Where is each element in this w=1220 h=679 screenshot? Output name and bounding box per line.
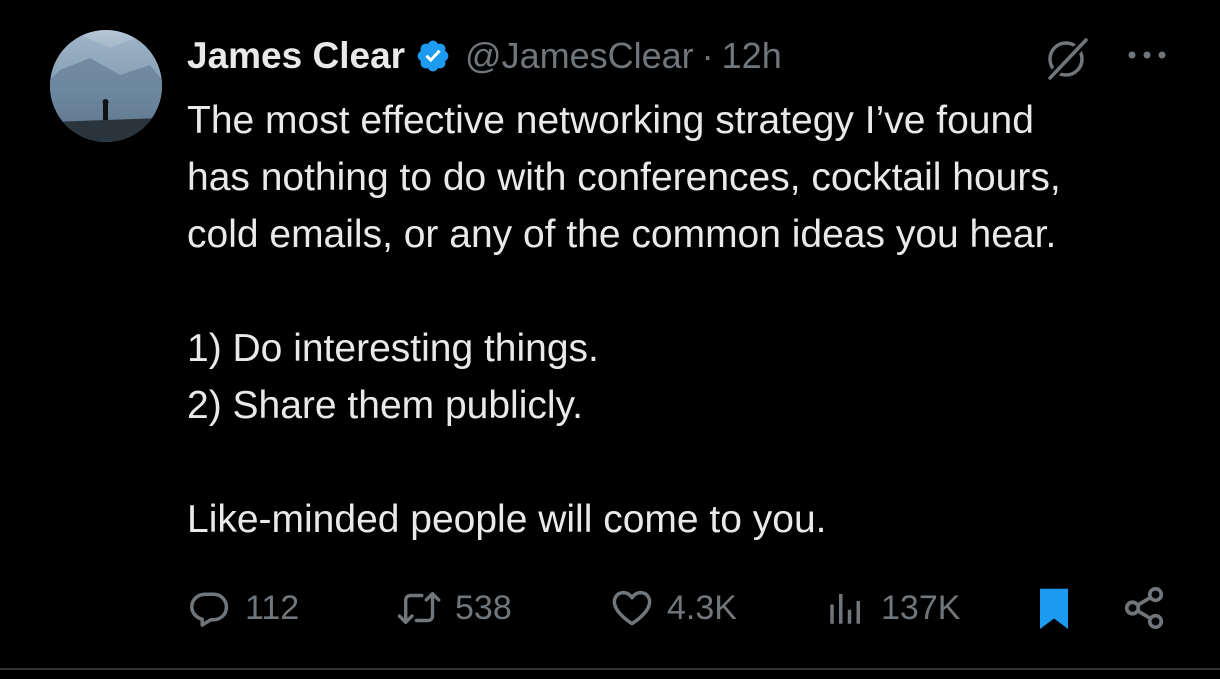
views-button[interactable]: 137K — [825, 582, 960, 634]
author-handle[interactable]: @JamesClear — [465, 35, 694, 77]
like-count: 4.3K — [667, 588, 737, 627]
tweet-actions: 112 538 4.3K 137K — [187, 582, 1177, 634]
tweet-text-line: 2) Share them publicly. — [187, 384, 583, 427]
bar-chart-icon — [825, 586, 867, 630]
separator-dot: · — [701, 35, 714, 76]
retweet-arrows-icon — [395, 586, 445, 630]
verified-badge-icon — [415, 38, 451, 74]
author-display-name[interactable]: James Clear — [187, 35, 405, 77]
share-button[interactable] — [1121, 582, 1167, 634]
bookmark-icon — [1033, 585, 1075, 631]
reply-button[interactable]: 112 — [187, 582, 299, 634]
tweet-text-line: has nothing to do with conferences, cock… — [187, 156, 1061, 199]
tweet-text: The most effective networking strategy I… — [187, 92, 1187, 548]
views-count: 137K — [881, 588, 961, 627]
grok-icon[interactable] — [1042, 34, 1094, 83]
divider — [0, 668, 1220, 670]
tweet-text-line: Like-minded people will come to you. — [187, 498, 827, 541]
share-icon — [1121, 585, 1167, 631]
tweet[interactable]: James Clear @JamesClear · 12h The most e… — [0, 0, 1220, 679]
more-horizontal-icon[interactable] — [1124, 40, 1170, 70]
tweet-text-line: 1) Do interesting things. — [187, 327, 599, 370]
reply-count: 112 — [245, 588, 300, 627]
retweet-button[interactable]: 538 — [395, 582, 512, 634]
tweet-text-line: cold emails, or any of the common ideas … — [187, 213, 1057, 256]
bookmark-button[interactable] — [1033, 582, 1075, 634]
tweet-text-line: The most effective networking strategy I… — [187, 99, 1034, 142]
reply-bubble-icon — [187, 586, 231, 630]
tweet-timestamp[interactable]: 12h — [722, 35, 782, 77]
avatar[interactable] — [50, 30, 162, 142]
tweet-header: James Clear @JamesClear · 12h — [187, 30, 782, 82]
retweet-count: 538 — [455, 588, 512, 627]
like-button[interactable]: 4.3K — [609, 582, 737, 634]
heart-icon — [609, 586, 655, 630]
